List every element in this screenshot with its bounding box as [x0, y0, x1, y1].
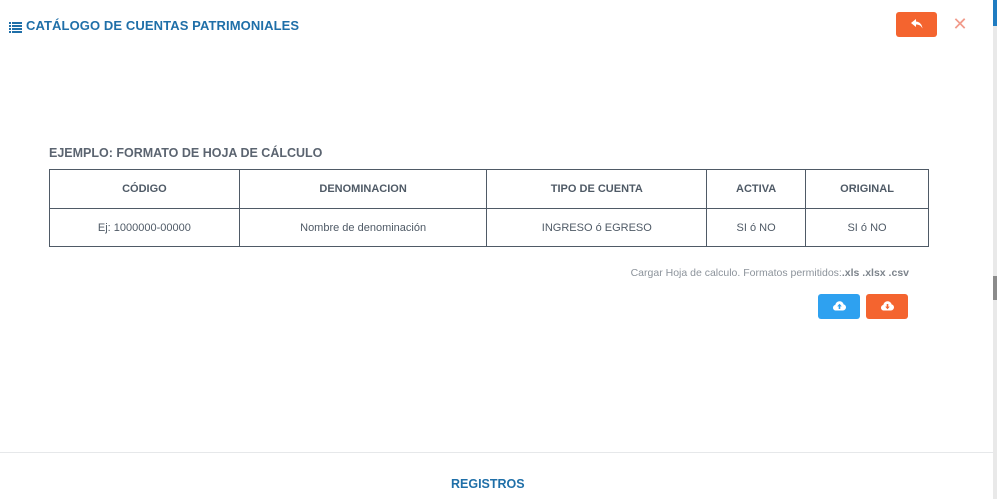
cloud-download-icon [880, 298, 894, 316]
scrollbar-top-accent [993, 0, 997, 26]
upload-instructions-label: Cargar Hoja de calculo. Formatos permiti… [630, 267, 842, 279]
upload-spreadsheet-button[interactable] [818, 294, 860, 319]
page-title: CATÁLOGO DE CUENTAS PATRIMONIALES [26, 17, 300, 33]
allowed-formats: .xls .xlsx .csv [841, 267, 909, 279]
cell-activa: SI ó NO [706, 208, 807, 247]
cell-denominacion: Nombre de denominación [238, 208, 488, 247]
upload-instructions: Cargar Hoja de calculo. Formatos permiti… [631, 267, 909, 279]
download-template-button[interactable] [866, 294, 908, 319]
close-button[interactable]: ✕ [951, 14, 969, 34]
list-icon [9, 20, 22, 33]
cloud-upload-icon [832, 298, 846, 316]
scrollbar[interactable] [993, 0, 997, 499]
modal-header: CATÁLOGO DE CUENTAS PATRIMONIALES ✕ [0, 0, 993, 50]
title-group: CATÁLOGO DE CUENTAS PATRIMONIALES [9, 17, 299, 33]
cell-tipo-cuenta: INGRESO ó EGRESO [486, 208, 708, 247]
reply-icon [910, 16, 923, 34]
example-title: EJEMPLO: FORMATO DE HOJA DE CÁLCULO [49, 146, 323, 160]
cell-codigo: Ej: 1000000-00000 [49, 208, 240, 247]
example-format-table: CÓDIGO DENOMINACION TIPO DE CUENTA ACTIV… [49, 169, 929, 247]
column-header-original: ORIGINAL [805, 169, 929, 209]
column-header-tipo-cuenta: TIPO DE CUENTA [486, 169, 708, 209]
column-header-denominacion: DENOMINACION [238, 169, 488, 209]
scrollbar-thumb[interactable] [993, 276, 997, 300]
registros-link[interactable]: REGISTROS [451, 477, 525, 491]
table-header-row: CÓDIGO DENOMINACION TIPO DE CUENTA ACTIV… [49, 169, 929, 209]
modal-page: CATÁLOGO DE CUENTAS PATRIMONIALES ✕ EJEM… [0, 0, 997, 499]
table-row: Ej: 1000000-00000 Nombre de denominación… [49, 208, 929, 247]
section-divider [0, 452, 993, 453]
column-header-codigo: CÓDIGO [49, 169, 240, 209]
column-header-activa: ACTIVA [706, 169, 807, 209]
back-button[interactable] [896, 12, 937, 37]
cell-original: SI ó NO [805, 208, 929, 247]
